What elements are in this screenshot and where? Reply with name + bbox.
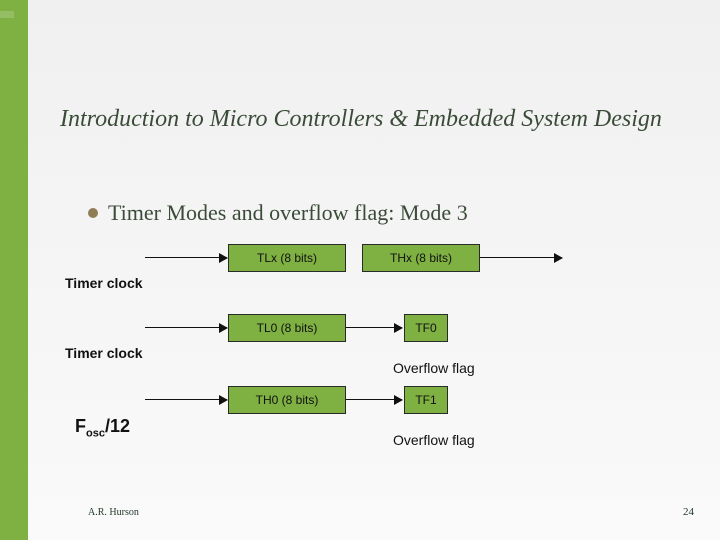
footer-author: A.R. Hurson <box>88 507 139 518</box>
bullet-text: Timer Modes and overflow flag: Mode 3 <box>108 200 468 226</box>
page-title: Introduction to Micro Controllers & Embe… <box>60 106 662 133</box>
bullet-dot-icon <box>88 208 98 218</box>
arrow-icon <box>145 327 227 328</box>
label-timer-clock-2: Timer clock <box>65 345 143 361</box>
box-tf0: TF0 <box>404 314 448 342</box>
label-fosc: Fosc/12 <box>75 416 130 440</box>
label-overflow-2: Overflow flag <box>393 432 475 448</box>
box-thx: THx (8 bits) <box>362 244 480 272</box>
box-tl0: TL0 (8 bits) <box>228 314 346 342</box>
label-timer-clock-1: Timer clock <box>65 275 143 291</box>
bullet-item: Timer Modes and overflow flag: Mode 3 <box>88 200 468 226</box>
slide-number: 24 <box>683 506 694 518</box>
fosc-sub: osc <box>86 428 105 440</box>
arrow-icon <box>346 327 402 328</box>
arrow-icon <box>145 399 227 400</box>
box-th0: TH0 (8 bits) <box>228 386 346 414</box>
arrow-icon <box>480 257 562 258</box>
accent-detail <box>0 4 14 18</box>
accent-bar <box>0 0 28 540</box>
arrow-icon <box>145 257 227 258</box>
arrow-icon <box>346 399 402 400</box>
fosc-f: F <box>75 416 86 436</box>
box-tf1: TF1 <box>404 386 448 414</box>
timer-diagram: TLx (8 bits) THx (8 bits) Timer clock TL… <box>60 232 680 492</box>
fosc-div: /12 <box>105 416 130 436</box>
label-overflow-1: Overflow flag <box>393 360 475 376</box>
box-tlx: TLx (8 bits) <box>228 244 346 272</box>
